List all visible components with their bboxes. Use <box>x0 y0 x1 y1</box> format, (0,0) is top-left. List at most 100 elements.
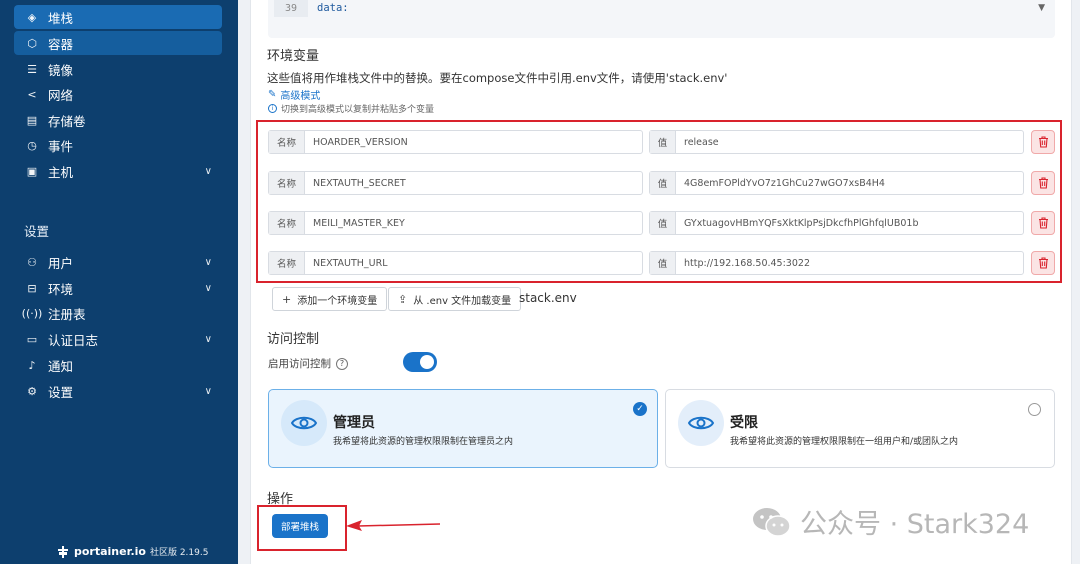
watermark-text: 公众号 · Stark324 <box>800 509 1030 540</box>
upload-icon: ⇪ <box>398 292 408 306</box>
arrow-icon <box>346 520 441 531</box>
toggle-knob <box>420 355 434 369</box>
name-addon: 名称 <box>269 212 305 234</box>
sidebar-item-stacks[interactable]: ◈ 堆栈 <box>14 5 222 29</box>
env-name-field[interactable]: 名称 MEILI_MASTER_KEY <box>268 211 643 235</box>
gear-icon: ⚙ <box>27 384 37 398</box>
access-card-restricted[interactable]: 受限 我希望将此资源的管理权限限制在一组用户和/或团队之内 <box>665 389 1055 468</box>
advanced-mode-label: 高级模式 <box>280 91 321 102</box>
env-name-input[interactable]: MEILI_MASTER_KEY <box>305 212 642 234</box>
sidebar-item-label: 注册表 <box>48 306 86 322</box>
value-addon: 值 <box>650 212 676 234</box>
name-addon: 名称 <box>269 131 305 153</box>
env-name-input[interactable]: HOARDER_VERSION <box>305 131 642 153</box>
sidebar-item-images[interactable]: ☰ 镜像 <box>14 57 222 81</box>
load-env-label: 从 .env 文件加载变量 <box>413 295 512 307</box>
env-value-field[interactable]: 值 http://192.168.50.45:3022 <box>649 251 1024 275</box>
add-env-button[interactable]: + 添加一个环境变量 <box>272 287 388 311</box>
sidebar-item-label: 主机 <box>48 164 74 180</box>
env-value-input[interactable]: http://192.168.50.45:3022 <box>676 252 1023 274</box>
radio-icon: ((·)) <box>21 306 43 320</box>
code-line: data: <box>317 2 349 14</box>
chevron-down-icon: ∨ <box>204 385 212 397</box>
access-section-title: 访问控制 <box>267 332 320 347</box>
access-toggle-text: 启用访问控制 <box>268 358 331 370</box>
env-value-input[interactable]: 4G8emFOPldYvO7z1GhCu27wGO7xsB4H4 <box>676 172 1023 194</box>
access-control-toggle[interactable] <box>403 352 437 372</box>
layers-icon: ◈ <box>27 10 37 24</box>
sidebar-item-host[interactable]: ▣ 主机 ∨ <box>14 159 222 183</box>
delete-env-button[interactable] <box>1031 211 1055 235</box>
card-description: 我希望将此资源的管理权限限制在一组用户和/或团队之内 <box>730 437 959 447</box>
sidebar-item-auth-logs[interactable]: ▭ 认证日志 ∨ <box>14 327 222 351</box>
env-value-field[interactable]: 值 GYxtuagovHBmYQFsXktKlpPsjDkcfhPlGhfqlU… <box>649 211 1024 235</box>
env-name-field[interactable]: 名称 NEXTAUTH_SECRET <box>268 171 643 195</box>
users-icon: ⚇ <box>27 255 37 269</box>
sidebar-item-events[interactable]: ◷ 事件 <box>14 133 222 157</box>
info-icon: i <box>268 104 277 113</box>
card-title: 受限 <box>730 415 758 431</box>
name-addon: 名称 <box>269 252 305 274</box>
env-value-input[interactable]: release <box>676 131 1023 153</box>
sidebar-item-label: 事件 <box>48 138 74 154</box>
watermark: 公众号 · Stark324 <box>752 502 1029 541</box>
access-toggle-label: 启用访问控制 ? <box>268 356 348 371</box>
access-card-admin[interactable]: 管理员 我希望将此资源的管理权限限制在管理员之内 ✓ <box>268 389 658 468</box>
env-name-input[interactable]: NEXTAUTH_URL <box>305 252 642 274</box>
sidebar-item-registries[interactable]: ((·)) 注册表 <box>14 301 222 325</box>
brand-name: portainer.io <box>74 545 146 558</box>
env-row: 名称 NEXTAUTH_URL 值 http://192.168.50.45:3… <box>268 251 1056 275</box>
load-env-file-button[interactable]: ⇪ 从 .env 文件加载变量 <box>388 287 522 311</box>
advanced-mode-link[interactable]: ✎ 高级模式 <box>268 87 320 102</box>
radio-button[interactable] <box>1028 403 1041 416</box>
env-name-field[interactable]: 名称 NEXTAUTH_URL <box>268 251 643 275</box>
help-icon[interactable]: ? <box>336 357 348 370</box>
sidebar-item-containers[interactable]: ⬡ 容器 <box>14 31 222 55</box>
sidebar-item-notifications[interactable]: ♪ 通知 <box>14 353 222 377</box>
advanced-mode-hint: i 切换到高级模式以复制并粘贴多个变量 <box>268 102 434 115</box>
box-icon: ⬡ <box>27 36 37 50</box>
scroll-down-icon[interactable]: ▼ <box>1038 3 1045 13</box>
brand: portainer.io 社区版 2.19.5 <box>58 545 208 558</box>
clock-icon: ◷ <box>27 138 37 152</box>
sidebar-item-label: 网络 <box>48 87 74 103</box>
code-editor[interactable]: 39 data: ▼ <box>268 0 1055 38</box>
delete-env-button[interactable] <box>1031 251 1055 275</box>
chevron-down-icon: ∨ <box>204 333 212 345</box>
sidebar-item-label: 设置 <box>48 384 74 400</box>
sidebar-item-settings[interactable]: ⚙ 设置 ∨ <box>14 379 222 403</box>
chevron-down-icon: ∨ <box>204 256 212 268</box>
sidebar-item-environments[interactable]: ⊟ 环境 ∨ <box>14 276 222 300</box>
hint-text: 切换到高级模式以复制并粘贴多个变量 <box>281 105 435 115</box>
sidebar-item-users[interactable]: ⚇ 用户 ∨ <box>14 250 222 274</box>
brand-edition: 社区版 2.19.5 <box>149 548 209 558</box>
edit-icon: ✎ <box>268 89 277 100</box>
env-description: 这些值将用作堆栈文件中的替换。要在compose文件中引用.env文件，请使用'… <box>267 71 728 85</box>
env-value-input[interactable]: GYxtuagovHBmYQFsXktKlpPsjDkcfhPlGhfqlUB0… <box>676 212 1023 234</box>
env-value-field[interactable]: 值 release <box>649 130 1024 154</box>
eye-icon-circle <box>678 400 724 446</box>
delete-env-button[interactable] <box>1031 130 1055 154</box>
env-value-field[interactable]: 值 4G8emFOPldYvO7z1GhCu27wGO7xsB4H4 <box>649 171 1024 195</box>
value-addon: 值 <box>650 131 676 153</box>
eye-icon <box>291 416 317 430</box>
trash-icon <box>1038 257 1048 269</box>
sidebar: ◈ 堆栈 ⬡ 容器 ☰ 镜像 < 网络 ▤ 存储卷 ◷ 事件 ▣ 主机 ∨ 设置… <box>0 0 238 564</box>
sidebar-item-networks[interactable]: < 网络 <box>14 82 222 106</box>
env-row: 名称 MEILI_MASTER_KEY 值 GYxtuagovHBmYQFsXk… <box>268 211 1056 235</box>
deploy-stack-button[interactable]: 部署堆栈 <box>272 514 328 538</box>
card-title: 管理员 <box>333 415 375 431</box>
env-name-field[interactable]: 名称 HOARDER_VERSION <box>268 130 643 154</box>
sidebar-item-label: 通知 <box>48 358 74 374</box>
trash-icon <box>1038 177 1048 189</box>
env-name-input[interactable]: NEXTAUTH_SECRET <box>305 172 642 194</box>
sidebar-item-volumes[interactable]: ▤ 存储卷 <box>14 108 222 132</box>
portainer-logo-icon <box>58 545 68 558</box>
delete-env-button[interactable] <box>1031 171 1055 195</box>
list-icon: ☰ <box>27 62 37 76</box>
sidebar-item-label: 容器 <box>48 36 74 52</box>
add-env-label: 添加一个环境变量 <box>297 295 378 307</box>
sidebar-item-label: 存储卷 <box>48 113 86 129</box>
share-icon: < <box>27 87 37 101</box>
server-icon: ▣ <box>26 164 38 178</box>
